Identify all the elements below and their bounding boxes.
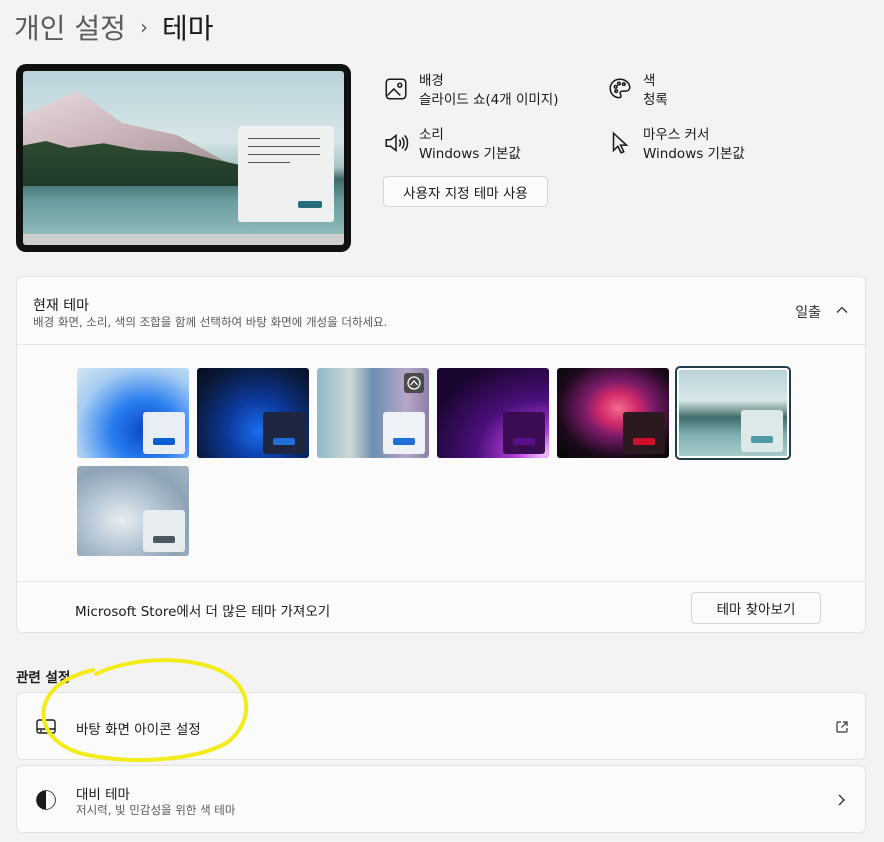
contrast-icon <box>36 790 56 810</box>
store-text: Microsoft Store에서 더 많은 테마 가져오기 <box>75 604 331 620</box>
theme-thumb-windows-dark[interactable] <box>197 368 309 458</box>
image-icon <box>385 78 407 100</box>
current-theme-value: 일출 <box>795 305 821 321</box>
theme-thumb-glow[interactable] <box>317 368 429 458</box>
preview-window <box>238 126 334 222</box>
preview-taskbar <box>23 234 344 245</box>
cursor-title: 마우스 커서 <box>643 127 710 143</box>
contrast-themes-sub: 저시력, 빛 민감성을 위한 색 테마 <box>76 803 236 817</box>
external-link-icon <box>836 721 848 733</box>
sound-setting[interactable]: 소리 Windows 기본값 <box>383 126 521 164</box>
page-title: 테마 <box>161 12 214 45</box>
slideshow-badge-icon <box>404 373 424 393</box>
current-theme-title: 현재 테마 <box>33 298 89 314</box>
breadcrumb-separator: › <box>139 15 148 39</box>
color-title: 색 <box>643 73 656 89</box>
sound-title: 소리 <box>419 127 444 143</box>
theme-preview <box>16 64 351 252</box>
color-value: 청록 <box>643 92 668 108</box>
contrast-themes-row[interactable]: 대비 테마 저시력, 빛 민감성을 위한 색 테마 <box>16 765 866 833</box>
current-theme-header[interactable]: 현재 테마 배경 화면, 소리, 색의 조합을 함께 선택하여 바탕 화면에 개… <box>17 277 865 345</box>
current-theme-card: 현재 테마 배경 화면, 소리, 색의 조합을 함께 선택하여 바탕 화면에 개… <box>16 276 866 633</box>
breadcrumb-parent[interactable]: 개인 설정 <box>14 7 126 47</box>
cursor-setting[interactable]: 마우스 커서 Windows 기본값 <box>607 126 745 164</box>
color-setting[interactable]: 색 청록 <box>607 72 668 110</box>
theme-thumb-captured-motion[interactable] <box>437 368 549 458</box>
store-row: Microsoft Store에서 더 많은 테마 가져오기 테마 찾아보기 <box>17 581 865 633</box>
background-title: 배경 <box>419 73 444 89</box>
chevron-right-icon <box>838 794 845 806</box>
cursor-icon <box>612 131 629 154</box>
highlight-annotation <box>41 658 249 762</box>
background-value: 슬라이드 쇼(4개 이미지) <box>419 92 559 108</box>
browse-themes-button[interactable]: 테마 찾아보기 <box>691 592 821 624</box>
cursor-value: Windows 기본값 <box>643 146 745 162</box>
background-setting[interactable]: 배경 슬라이드 쇼(4개 이미지) <box>383 72 559 110</box>
chevron-up-icon[interactable] <box>835 303 849 317</box>
current-theme-description: 배경 화면, 소리, 색의 조합을 함께 선택하여 바탕 화면에 개성을 더하세… <box>33 315 388 329</box>
theme-thumb-windows-light[interactable] <box>77 368 189 458</box>
palette-icon <box>609 78 631 99</box>
theme-thumb-windows-bloom-gray[interactable] <box>77 466 189 556</box>
contrast-themes-label: 대비 테마 <box>76 787 130 803</box>
speaker-icon <box>385 133 409 153</box>
sound-value: Windows 기본값 <box>419 146 521 162</box>
custom-theme-button[interactable]: 사용자 지정 테마 사용 <box>383 176 548 207</box>
theme-thumb-sunrise[interactable] <box>675 366 791 460</box>
breadcrumb: 개인 설정 › 테마 <box>14 6 213 48</box>
preview-wallpaper <box>23 71 344 245</box>
theme-thumb-flow[interactable] <box>557 368 669 458</box>
